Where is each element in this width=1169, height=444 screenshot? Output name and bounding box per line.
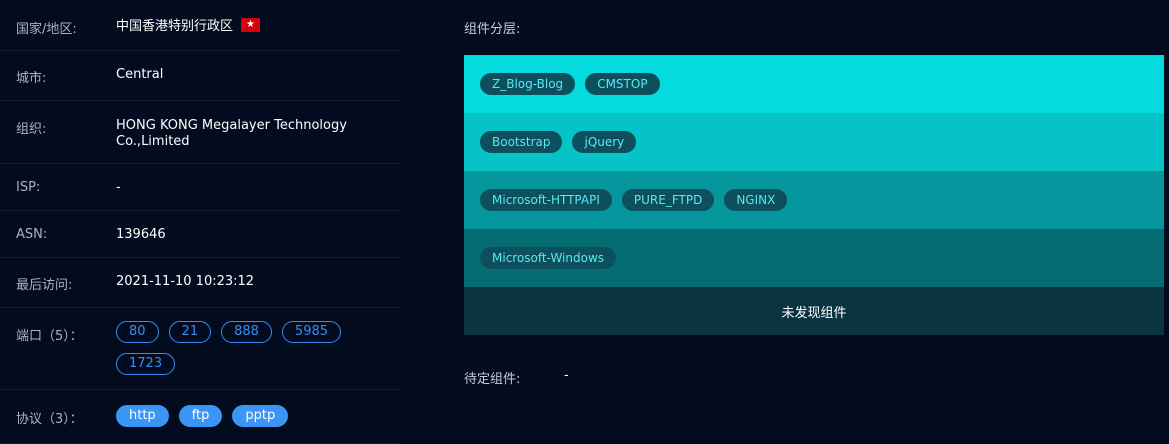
host-info-panel: 国家/地区: 中国香港特别行政区 ★ 城市: Central 组织: HONG K…	[0, 0, 400, 444]
port-tag-5985[interactable]: 5985	[281, 321, 342, 343]
component-tag-pure-ftpd[interactable]: PURE_FTPD	[621, 189, 715, 211]
component-layer-3: Microsoft-HTTPAPI PURE_FTPD NGINX	[464, 171, 1164, 229]
port-tag-888[interactable]: 888	[221, 321, 272, 343]
port-list: 80 21 888 5985 1723	[116, 321, 356, 375]
flag-star: ★	[246, 19, 255, 30]
pending-components-label: 待定组件:	[464, 372, 521, 387]
component-tag-bootstrap[interactable]: Bootstrap	[480, 131, 563, 153]
isp-row: ISP: -	[0, 164, 400, 211]
port-tag-80[interactable]: 80	[116, 321, 159, 343]
component-tag-microsoft-httpapi[interactable]: Microsoft-HTTPAPI	[480, 189, 612, 211]
protocol-list: http ftp pptp	[116, 405, 360, 427]
city-label: 城市:	[16, 71, 47, 86]
component-tag-microsoft-windows[interactable]: Microsoft-Windows	[480, 247, 617, 269]
component-tag-z-blog[interactable]: Z_Blog-Blog	[480, 73, 576, 95]
component-layer-empty: 未发现组件	[464, 287, 1164, 335]
asn-row: ASN: 139646	[0, 211, 400, 258]
asn-label: ASN:	[16, 227, 48, 242]
city-value: Central	[116, 67, 164, 82]
component-layer-4: Microsoft-Windows	[464, 229, 1164, 287]
ports-row: 端口（5）： 80 21 888 5985 1723	[0, 308, 400, 390]
last-visit-value: 2021-11-10 10:23:12	[116, 274, 255, 289]
ports-label: 端口（5）：	[16, 329, 83, 344]
protocol-tag-http[interactable]: http	[116, 405, 169, 427]
country-value: 中国香港特别行政区 ★	[116, 18, 400, 35]
org-value: HONG KONG Megalayer Technology Co.,Limit…	[116, 118, 400, 150]
last-visit-label: 最后访问:	[16, 278, 73, 293]
component-tag-jquery[interactable]: jQuery	[572, 131, 637, 153]
asn-value: 139646	[116, 227, 166, 242]
component-layer-2: Bootstrap jQuery	[464, 113, 1164, 171]
protocols-label: 协议（3）：	[16, 412, 83, 427]
protocols-value: http ftp pptp	[116, 405, 400, 427]
pending-components-value: -	[564, 368, 569, 383]
isp-value: -	[116, 180, 121, 195]
org-value-line1: HONG KONG Megalayer Technology	[116, 118, 347, 133]
component-layers: Z_Blog-Blog CMSTOP Bootstrap jQuery Micr…	[464, 55, 1164, 335]
org-label: 组织:	[16, 122, 47, 137]
org-row: 组织: HONG KONG Megalayer Technology Co.,L…	[0, 101, 400, 164]
country-text: 中国香港特别行政区	[116, 19, 234, 34]
protocols-row: 协议（3）： http ftp pptp	[0, 390, 400, 444]
component-tag-nginx[interactable]: NGINX	[724, 189, 788, 211]
isp-label: ISP:	[16, 180, 41, 195]
country-label: 国家/地区:	[16, 22, 77, 37]
last-visit-row: 最后访问: 2021-11-10 10:23:12	[0, 258, 400, 308]
city-row: 城市: Central	[0, 51, 400, 101]
component-layers-title: 组件分层:	[464, 22, 521, 37]
org-value-line2: Co.,Limited	[116, 134, 190, 149]
hong-kong-flag-icon: ★	[241, 18, 261, 32]
ports-value: 80 21 888 5985 1723	[116, 321, 400, 375]
country-row: 国家/地区: 中国香港特别行政区 ★	[0, 0, 400, 51]
port-tag-21[interactable]: 21	[168, 321, 212, 343]
component-layer-1: Z_Blog-Blog CMSTOP	[464, 55, 1164, 113]
component-tag-cmstop[interactable]: CMSTOP	[585, 73, 660, 95]
protocol-tag-ftp[interactable]: ftp	[178, 405, 223, 427]
protocol-tag-pptp[interactable]: pptp	[232, 405, 289, 427]
pending-components: 待定组件: -	[464, 368, 569, 387]
port-tag-1723[interactable]: 1723	[116, 353, 176, 375]
